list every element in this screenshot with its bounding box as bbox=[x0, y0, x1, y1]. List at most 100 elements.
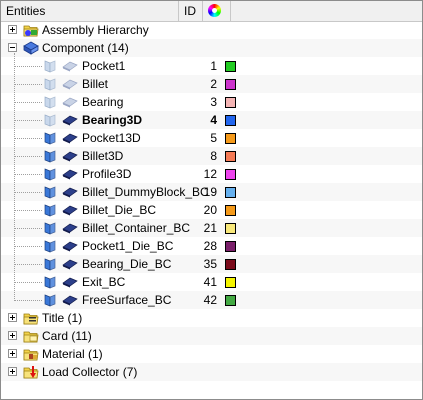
component-row[interactable]: Billet_DummyBlock_BC 19 bbox=[1, 183, 422, 201]
tree-connector bbox=[14, 84, 42, 85]
visibility-on-icon[interactable] bbox=[43, 167, 59, 181]
component-id: 20 bbox=[203, 203, 217, 217]
component-name: Billet bbox=[82, 77, 109, 91]
component-row[interactable]: Pocket1_Die_BC 28 bbox=[1, 237, 422, 255]
component-name: Profile3D bbox=[82, 167, 132, 181]
visibility-on-icon[interactable] bbox=[43, 257, 59, 271]
component-row[interactable]: Profile3D 12 bbox=[1, 165, 422, 183]
expand-toggle[interactable] bbox=[8, 313, 17, 322]
tree-connector bbox=[14, 174, 42, 175]
component-id: 5 bbox=[210, 131, 217, 145]
component-row[interactable]: Bearing_Die_BC 35 bbox=[1, 255, 422, 273]
visibility-off-icon[interactable] bbox=[43, 113, 59, 127]
component-color-swatch[interactable] bbox=[225, 277, 236, 288]
id-column-header[interactable]: ID bbox=[179, 1, 203, 21]
tree-connector bbox=[14, 156, 42, 157]
tree-row-material[interactable]: Material (1) bbox=[1, 345, 422, 363]
visibility-on-icon[interactable] bbox=[43, 239, 59, 253]
component-shape-icon bbox=[62, 168, 78, 182]
collapse-toggle[interactable] bbox=[8, 43, 17, 52]
tree-connector bbox=[14, 300, 42, 301]
component-color-swatch[interactable] bbox=[225, 115, 236, 126]
tree-row-title[interactable]: Title (1) bbox=[1, 309, 422, 327]
component-id: 35 bbox=[203, 257, 217, 271]
tree-label-load-collector: Load Collector (7) bbox=[42, 365, 138, 379]
component-id: 42 bbox=[203, 293, 217, 307]
tree-row-card[interactable]: Card (11) bbox=[1, 327, 422, 345]
expand-toggle[interactable] bbox=[8, 349, 17, 358]
component-id: 12 bbox=[203, 167, 217, 181]
entities-column-header[interactable]: Entities bbox=[1, 1, 179, 21]
component-color-swatch[interactable] bbox=[225, 187, 236, 198]
component-row[interactable]: Exit_BC 41 bbox=[1, 273, 422, 291]
component-color-swatch[interactable] bbox=[225, 205, 236, 216]
component-color-swatch[interactable] bbox=[225, 223, 236, 234]
expand-toggle[interactable] bbox=[8, 25, 17, 34]
component-color-swatch[interactable] bbox=[225, 241, 236, 252]
component-shape-icon bbox=[62, 60, 78, 74]
visibility-on-icon[interactable] bbox=[43, 149, 59, 163]
tree-connector bbox=[14, 120, 42, 121]
visibility-on-icon[interactable] bbox=[43, 293, 59, 307]
tree-row-component[interactable]: Component (14) bbox=[1, 39, 422, 57]
component-row[interactable]: Bearing3D 4 bbox=[1, 111, 422, 129]
card-folder-icon bbox=[23, 329, 39, 343]
tree-connector bbox=[14, 282, 42, 283]
component-row[interactable]: Billet3D 8 bbox=[1, 147, 422, 165]
component-shape-icon bbox=[62, 78, 78, 92]
component-shape-icon bbox=[62, 186, 78, 200]
component-name: Pocket13D bbox=[82, 131, 141, 145]
column-header: Entities ID bbox=[1, 1, 422, 22]
component-row[interactable]: Billet_Container_BC 21 bbox=[1, 219, 422, 237]
component-row[interactable]: FreeSurface_BC 42 bbox=[1, 291, 422, 309]
visibility-on-icon[interactable] bbox=[43, 203, 59, 217]
component-color-swatch[interactable] bbox=[225, 169, 236, 180]
component-row[interactable]: Pocket1 1 bbox=[1, 57, 422, 75]
tree-connector bbox=[14, 102, 42, 103]
component-row[interactable]: Billet_Die_BC 20 bbox=[1, 201, 422, 219]
tree-row-load-collector[interactable]: Load Collector (7) bbox=[1, 363, 422, 381]
tree-connector-vertical bbox=[14, 53, 15, 301]
component-name: Pocket1_Die_BC bbox=[82, 239, 174, 253]
expand-toggle[interactable] bbox=[8, 367, 17, 376]
color-column-header[interactable] bbox=[203, 1, 231, 21]
component-name: Bearing3D bbox=[82, 113, 143, 127]
component-row[interactable]: Pocket13D 5 bbox=[1, 129, 422, 147]
expand-toggle[interactable] bbox=[8, 331, 17, 340]
visibility-on-icon[interactable] bbox=[43, 131, 59, 145]
component-shape-icon bbox=[62, 276, 78, 290]
visibility-off-icon[interactable] bbox=[43, 95, 59, 109]
visibility-on-icon[interactable] bbox=[43, 185, 59, 199]
tree-label-component: Component (14) bbox=[42, 41, 129, 55]
visibility-on-icon[interactable] bbox=[43, 221, 59, 235]
component-shape-icon bbox=[62, 132, 78, 146]
tree-connector bbox=[14, 228, 42, 229]
component-id: 19 bbox=[203, 185, 217, 199]
assembly-folder-icon bbox=[23, 23, 39, 37]
tree-connector bbox=[14, 66, 42, 67]
component-color-swatch[interactable] bbox=[225, 79, 236, 90]
tree-row-assembly[interactable]: Assembly Hierarchy bbox=[1, 21, 422, 39]
tree-connector bbox=[14, 138, 42, 139]
component-shape-icon bbox=[62, 204, 78, 218]
tree-connector bbox=[14, 246, 42, 247]
component-color-swatch[interactable] bbox=[225, 151, 236, 162]
component-color-swatch[interactable] bbox=[225, 61, 236, 72]
component-name: Exit_BC bbox=[82, 275, 126, 289]
tree-connector bbox=[14, 264, 42, 265]
component-shape-icon bbox=[62, 96, 78, 110]
visibility-on-icon[interactable] bbox=[43, 275, 59, 289]
component-row[interactable]: Billet 2 bbox=[1, 75, 422, 93]
visibility-off-icon[interactable] bbox=[43, 59, 59, 73]
component-color-swatch[interactable] bbox=[225, 259, 236, 270]
component-row[interactable]: Bearing 3 bbox=[1, 93, 422, 111]
component-name: Billet_Die_BC bbox=[82, 203, 157, 217]
visibility-off-icon[interactable] bbox=[43, 77, 59, 91]
entity-browser: Entities ID Assembly Hierarchy Component … bbox=[0, 0, 423, 400]
component-shape-icon bbox=[62, 114, 78, 128]
component-color-swatch[interactable] bbox=[225, 295, 236, 306]
component-color-swatch[interactable] bbox=[225, 97, 236, 108]
component-name: Bearing bbox=[82, 95, 124, 109]
tree-connector bbox=[14, 192, 42, 193]
component-color-swatch[interactable] bbox=[225, 133, 236, 144]
